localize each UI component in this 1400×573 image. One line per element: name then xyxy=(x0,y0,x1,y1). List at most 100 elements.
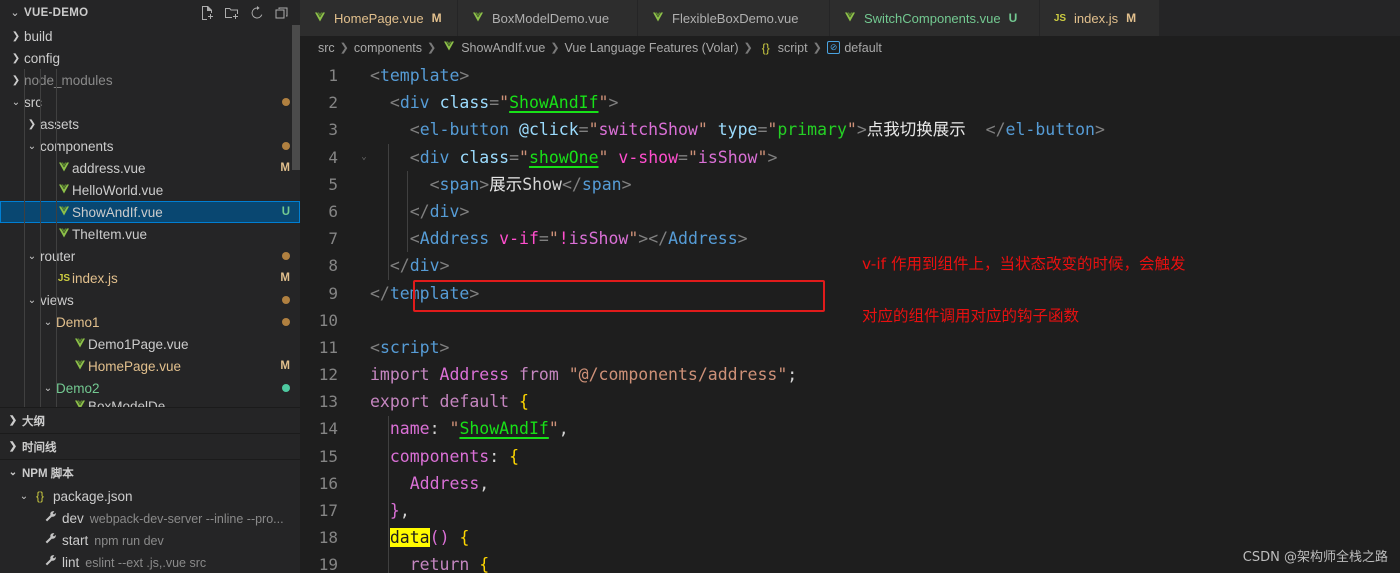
chevron-right-icon[interactable]: ❯ xyxy=(4,415,22,426)
code-line-1[interactable]: 1 <template> xyxy=(300,62,1400,89)
chevron-down-icon[interactable]: ⌄ xyxy=(8,6,22,19)
tree-item-helloworld-vue[interactable]: HelloWorld.vue xyxy=(0,179,300,201)
chevron-down-icon[interactable]: ⌄ xyxy=(16,491,32,502)
tree-item-node-modules[interactable]: ❯ node_modules xyxy=(0,69,300,91)
chevron-right-icon[interactable]: ❯ xyxy=(24,119,40,130)
tree-item-boxmodelde[interactable]: BoxModelDe xyxy=(0,399,300,407)
line-number: 8 xyxy=(328,256,338,276)
tab-label: FlexibleBoxDemo.vue xyxy=(672,10,799,26)
vue-icon xyxy=(72,359,88,374)
breadcrumb-item-showandif-vue[interactable]: ShowAndIf.vue xyxy=(441,40,545,55)
code-line-4[interactable]: 4 ⌄ <div class="showOne" v-show="isShow"> xyxy=(300,144,1400,171)
panel-title: 时间线 xyxy=(22,441,57,454)
npm-scripts-body: ⌄{} package.json dev webpack-dev-server --i… xyxy=(0,485,300,573)
line-number: 14 xyxy=(318,419,338,439)
git-status-badge: M xyxy=(280,360,290,372)
code-line-9[interactable]: 9 </template> xyxy=(300,280,1400,307)
git-status-dot xyxy=(282,98,290,106)
tree-item-demo1page-vue[interactable]: Demo1Page.vue xyxy=(0,333,300,355)
line-number: 7 xyxy=(328,229,338,249)
editor-indent-guide xyxy=(388,143,389,280)
editor-tab-flexibleboxdemo-vue[interactable]: FlexibleBoxDemo.vue xyxy=(638,0,830,36)
code-line-18[interactable]: 18 data() { xyxy=(300,524,1400,551)
tree-item-build[interactable]: ❯ build xyxy=(0,25,300,47)
outline-panel[interactable]: ❯ 大纲 xyxy=(0,407,300,433)
vue-icon xyxy=(470,11,486,26)
editor-tab-boxmodeldemo-vue[interactable]: BoxModelDemo.vue xyxy=(458,0,638,36)
breadcrumb[interactable]: src ❯ components ❯ ShowAndIf.vue ❯ Vue Languag… xyxy=(300,36,1400,59)
tree-item-homepage-vue[interactable]: HomePage.vue M xyxy=(0,355,300,377)
code-lines[interactable]: 1 <template> 2 <div class="ShowAndIf"> 3 <e… xyxy=(300,59,1400,573)
tree-item-src[interactable]: ⌄ src xyxy=(0,91,300,113)
editor-tab-bar[interactable]: HomePage.vue M BoxModelDemo.vue FlexibleBox… xyxy=(300,0,1400,36)
breadcrumb-item-components[interactable]: components xyxy=(354,41,422,55)
editor-tab-switchcomponents-vue[interactable]: SwitchComponents.vue U xyxy=(830,0,1040,36)
tree-item-index-js[interactable]: JS index.js M xyxy=(0,267,300,289)
tree-item-assets[interactable]: ❯ assets xyxy=(0,113,300,135)
chevron-down-icon[interactable]: ⌄ xyxy=(8,97,24,108)
breadcrumb-item-src[interactable]: src xyxy=(318,41,335,55)
tree-item-config[interactable]: ❯ config xyxy=(0,47,300,69)
chevron-right-icon[interactable]: ❯ xyxy=(8,53,24,64)
code-line-2[interactable]: 2 <div class="ShowAndIf"> xyxy=(300,89,1400,116)
code-line-17[interactable]: 17 }, xyxy=(300,497,1400,524)
chevron-right-icon[interactable]: ❯ xyxy=(4,441,22,452)
code-line-19[interactable]: 19 return { xyxy=(300,551,1400,573)
npm-script-row-text: start npm run dev xyxy=(58,533,290,548)
chevron-down-icon[interactable]: ⌄ xyxy=(40,317,56,328)
tree-item-router[interactable]: ⌄ router xyxy=(0,245,300,267)
new-folder-icon[interactable] xyxy=(224,5,240,21)
annotation-text: v-if 作用到组件上，当状态改变的时候，会触发 对应的组件调用对应的钩子函数 xyxy=(862,225,1186,355)
code-line-8[interactable]: 8 </div> xyxy=(300,252,1400,279)
chevron-down-icon[interactable]: ⌄ xyxy=(4,467,22,478)
breadcrumb-item-script[interactable]: {} script xyxy=(758,41,808,55)
timeline-panel[interactable]: ❯ 时间线 xyxy=(0,433,300,459)
tree-item-demo1[interactable]: ⌄ Demo1 xyxy=(0,311,300,333)
code-line-16[interactable]: 16 Address, xyxy=(300,470,1400,497)
tree-item-theitem-vue[interactable]: TheItem.vue xyxy=(0,223,300,245)
chevron-down-icon[interactable]: ⌄ xyxy=(40,383,56,394)
tree-item-address-vue[interactable]: address.vue M xyxy=(0,157,300,179)
code-line-13[interactable]: 13 export default { xyxy=(300,388,1400,415)
tree-item-demo2[interactable]: ⌄ Demo2 xyxy=(0,377,300,399)
npm-scripts-panel[interactable]: ⌄ NPM 脚本 xyxy=(0,459,300,485)
collapse-all-icon[interactable] xyxy=(274,5,290,21)
code-line-11[interactable]: 11 <script> xyxy=(300,334,1400,361)
fold-indicator[interactable]: ⌄ xyxy=(358,144,370,171)
indent-guide xyxy=(56,69,57,407)
npm-package-json-row[interactable]: ⌄{} package.json xyxy=(0,485,300,507)
wrench-icon xyxy=(42,510,58,526)
chevron-down-icon[interactable]: ⌄ xyxy=(24,251,40,262)
code-line-14[interactable]: 14 name: "ShowAndIf", xyxy=(300,415,1400,442)
line-number: 5 xyxy=(328,174,338,194)
code-line-12[interactable]: 12 import Address from "@/components/addr… xyxy=(300,361,1400,388)
breadcrumb-item-default[interactable]: ⊘ default xyxy=(826,41,882,55)
editor-tab-index-js[interactable]: JS index.js M xyxy=(1040,0,1160,36)
code-line-7[interactable]: 7 <Address v-if="!isShow"></Address> xyxy=(300,225,1400,252)
code-line-6[interactable]: 6 </div> xyxy=(300,198,1400,225)
code-line-3[interactable]: 3 <el-button @click="switchShow" type="p… xyxy=(300,116,1400,143)
tree-item-views[interactable]: ⌄views xyxy=(0,289,300,311)
npm-script-lint[interactable]: lint eslint --ext .js,.vue src xyxy=(0,551,300,573)
tree-item-components[interactable]: ⌄ components xyxy=(0,135,300,157)
file-tree[interactable]: ❯ build ❯ config ❯ node_modules ⌄ src ❯ assets ⌄ co… xyxy=(0,25,300,407)
breadcrumb-item-vue-language-features--volar-[interactable]: Vue Language Features (Volar) xyxy=(565,41,739,55)
chevron-right-icon[interactable]: ❯ xyxy=(8,75,24,86)
npm-script-start[interactable]: start npm run dev xyxy=(0,529,300,551)
git-status-dot xyxy=(282,252,290,260)
tree-item-showandif-vue[interactable]: ShowAndIf.vue U xyxy=(0,201,300,223)
editor-tab-homepage-vue[interactable]: HomePage.vue M xyxy=(300,0,458,36)
chevron-down-icon[interactable]: ⌄ xyxy=(24,141,40,152)
npm-script-name: lint xyxy=(62,554,80,570)
vscode-window: ⌄ VUE-DEMO ❯ build ❯ config ❯ node_modules ⌄ sr… xyxy=(0,0,1400,573)
new-file-icon[interactable] xyxy=(199,5,215,21)
code-line-5[interactable]: 5 <span>展示Show</span> xyxy=(300,171,1400,198)
tree-item-label: build xyxy=(24,28,53,44)
chevron-right-icon[interactable]: ❯ xyxy=(8,31,24,42)
code-line-15[interactable]: 15 components: { xyxy=(300,443,1400,470)
npm-script-dev[interactable]: dev webpack-dev-server --inline --pro... xyxy=(0,507,300,529)
refresh-icon[interactable] xyxy=(249,5,265,21)
code-editor[interactable]: 1 <template> 2 <div class="ShowAndIf"> 3 <e… xyxy=(300,59,1400,573)
chevron-down-icon[interactable]: ⌄ xyxy=(24,295,40,306)
code-line-10[interactable]: 10 xyxy=(300,307,1400,334)
